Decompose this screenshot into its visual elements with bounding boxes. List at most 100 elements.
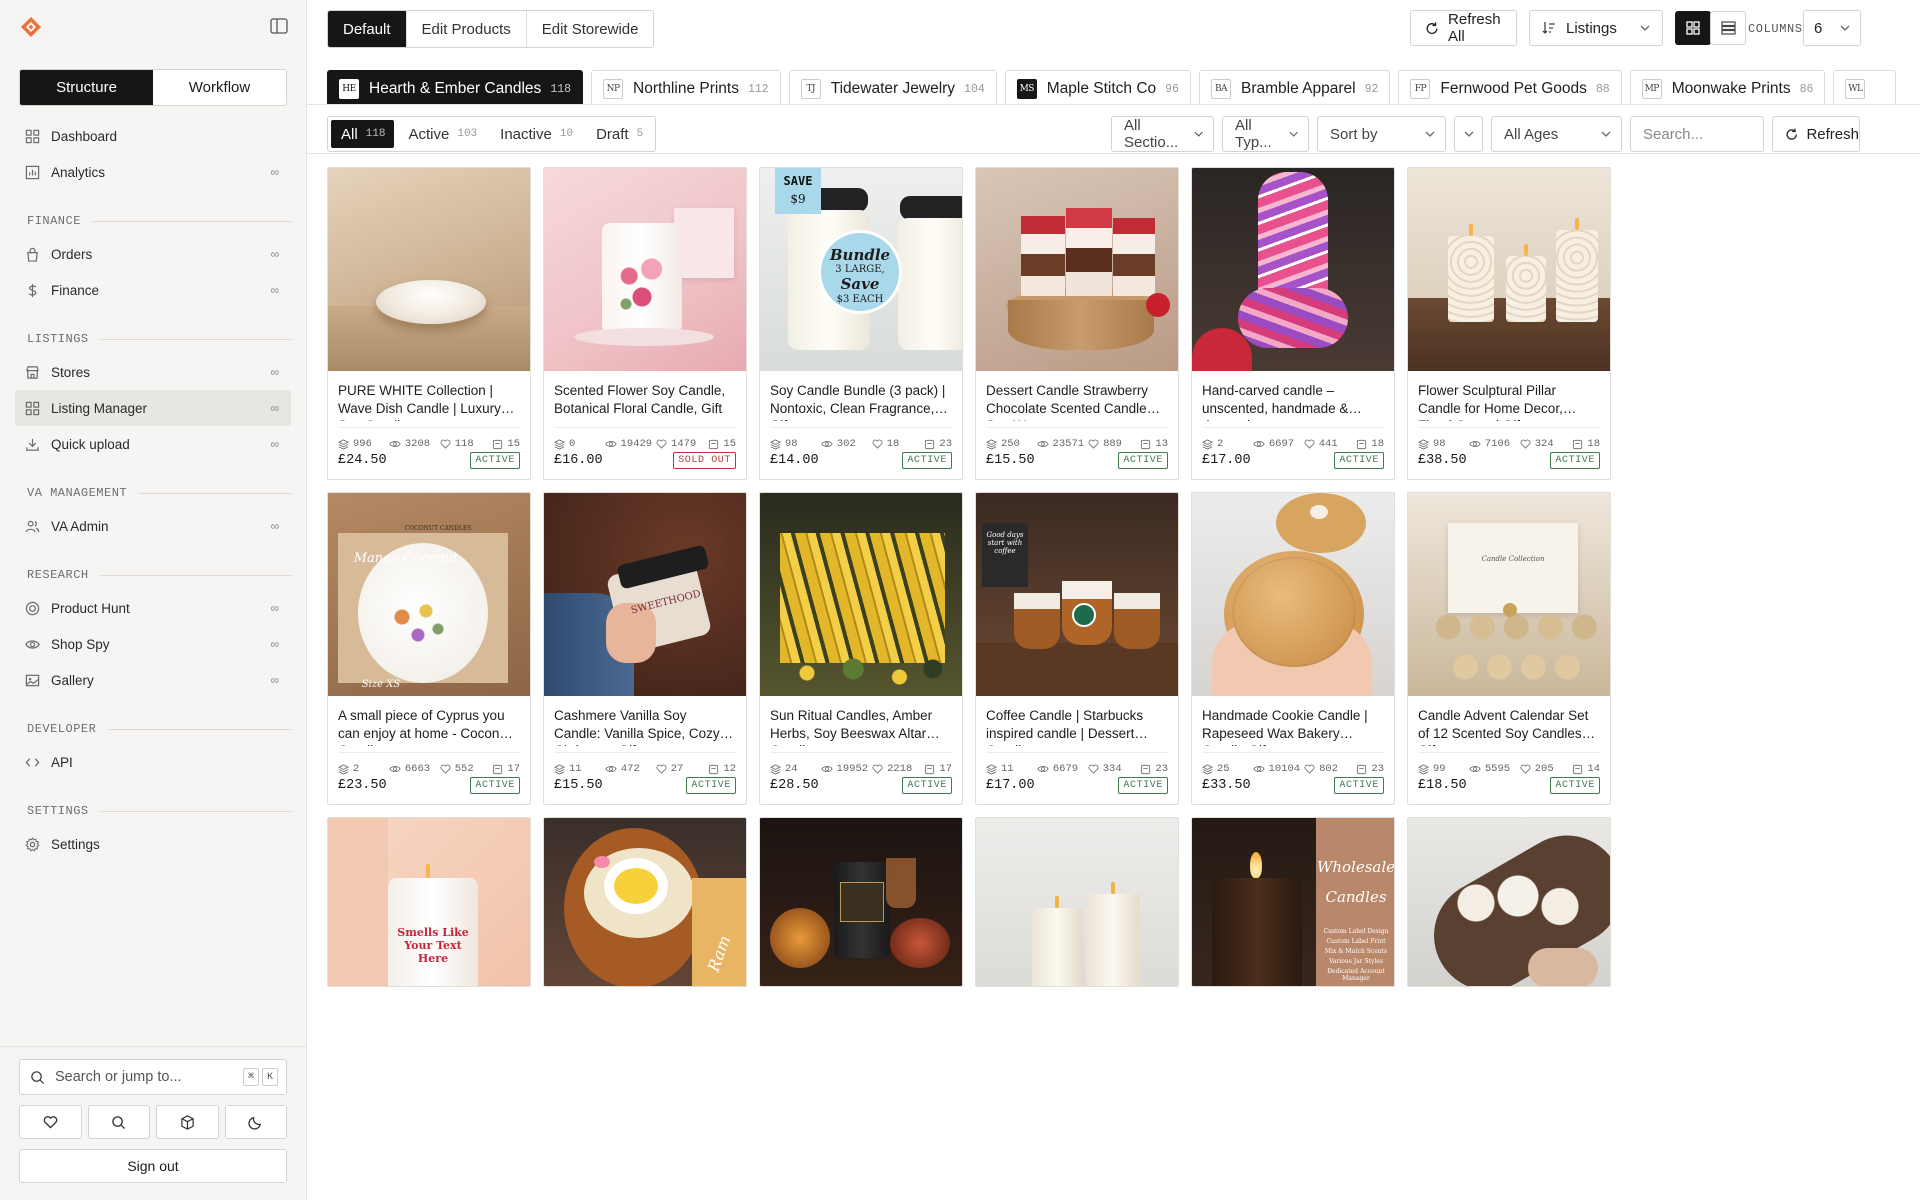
product-image[interactable]: SWEETHOOD	[544, 493, 746, 696]
mode-edit-products[interactable]: Edit Products	[405, 11, 526, 47]
product-image[interactable]	[544, 168, 746, 371]
sidebar-item-label: Gallery	[51, 672, 94, 688]
tab-workflow[interactable]: Workflow	[153, 70, 286, 105]
sidebar-item-gallery[interactable]: Gallery ∞	[15, 662, 291, 698]
grid-view-button[interactable]	[1675, 11, 1711, 45]
product-card[interactable]: Candle Collection Candle Advent Calendar …	[1407, 492, 1611, 805]
sort-select[interactable]: Sort by	[1317, 116, 1446, 152]
status-tab-inactive[interactable]: Inactive 10	[490, 120, 582, 148]
store-tab[interactable]: WL	[1833, 70, 1897, 104]
ages-filter[interactable]: All Ages	[1491, 116, 1622, 152]
product-card[interactable]: Dessert Candle Strawberry Chocolate Scen…	[975, 167, 1179, 480]
product-footer: £23.50 ACTIVE	[338, 777, 520, 794]
product-card[interactable]: Scented Flower Soy Candle, Botanical Flo…	[543, 167, 747, 480]
status-tab-active[interactable]: Active 103	[398, 120, 486, 148]
store-tab[interactable]: NP Northline Prints 112	[591, 70, 781, 104]
listing-search-input[interactable]: Search...	[1630, 116, 1764, 152]
types-filter[interactable]: All Typ...	[1222, 116, 1309, 152]
product-image[interactable]	[1192, 168, 1394, 371]
product-image[interactable]	[1408, 818, 1610, 986]
sidebar-item-api[interactable]: API	[15, 744, 291, 780]
refresh-button[interactable]: Refresh	[1772, 116, 1860, 152]
product-stats: 98 7106 324 18	[1418, 427, 1600, 450]
product-card[interactable]: SAVE $9 Bundle 3 LARGE, Save $3 EACH Soy Candl…	[759, 167, 963, 480]
product-image[interactable]	[760, 493, 962, 696]
product-image[interactable]	[1192, 493, 1394, 696]
sidebar-item-product-hunt[interactable]: Product Hunt ∞	[15, 590, 291, 626]
sidebar-item-shop-spy[interactable]: Shop Spy ∞	[15, 626, 291, 662]
product-image[interactable]: SAVE $9 Bundle 3 LARGE, Save $3 EACH	[760, 168, 962, 371]
store-tab[interactable]: MP Moonwake Prints 86	[1629, 70, 1826, 104]
product-image[interactable]	[760, 818, 962, 986]
favorites-button[interactable]	[19, 1105, 82, 1139]
sidebar-item-orders[interactable]: Orders ∞	[15, 236, 291, 272]
store-tab[interactable]: FP Fernwood Pet Goods 88	[1398, 70, 1622, 104]
stat-tags: 23	[1140, 763, 1168, 775]
product-card[interactable]: PURE WHITE Collection | Wave Dish Candle…	[327, 167, 531, 480]
product-card[interactable]	[1407, 817, 1611, 987]
product-card[interactable]: Flower Sculptural Pillar Candle for Home…	[1407, 167, 1611, 480]
stat-favorites: 1479	[656, 438, 704, 450]
status-badge: SOLD OUT	[673, 452, 736, 469]
product-image[interactable]: Mango Coconut COCONUT CANDLES Size XS	[328, 493, 530, 696]
sign-out-button[interactable]: Sign out	[19, 1149, 287, 1183]
store-tab[interactable]: BA Bramble Apparel 92	[1199, 70, 1391, 104]
promo-each-label: $3 EACH	[836, 294, 884, 305]
product-card[interactable]: SWEETHOOD Cashmere Vanilla Soy Candle: Va…	[543, 492, 747, 805]
sidebar-item-finance[interactable]: Finance ∞	[15, 272, 291, 308]
stat-quantity: 2	[338, 763, 385, 775]
columns-select[interactable]: 6	[1803, 10, 1861, 46]
status-tab-label: Inactive	[500, 125, 552, 143]
listings-dropdown[interactable]: Listings	[1529, 10, 1663, 46]
product-image[interactable]: Ram	[544, 818, 746, 986]
search-button[interactable]	[87, 1105, 150, 1139]
product-card[interactable]: Sun Ritual Candles, Amber Herbs, Soy Bee…	[759, 492, 963, 805]
product-image[interactable]	[976, 818, 1178, 986]
product-image[interactable]	[976, 168, 1178, 371]
stat-favorites: 18	[872, 438, 921, 450]
store-tab[interactable]: HE Hearth & Ember Candles 118	[327, 70, 584, 104]
status-tab-draft[interactable]: Draft 5	[586, 120, 652, 148]
sidebar-item-quick-upload[interactable]: Quick upload ∞	[15, 426, 291, 462]
mode-edit-storewide[interactable]: Edit Storewide	[525, 11, 654, 47]
sort-direction-select[interactable]	[1454, 116, 1483, 152]
status-badge: ACTIVE	[902, 452, 952, 469]
sidebar-item-listing-manager[interactable]: Listing Manager ∞	[15, 390, 291, 426]
product-card[interactable]: Mango Coconut COCONUT CANDLES Size XS A sma…	[327, 492, 531, 805]
stat-quantity: 2	[1202, 438, 1249, 450]
theme-toggle-button[interactable]	[224, 1105, 287, 1139]
product-card[interactable]: Good days start with coffee Coffee Candle…	[975, 492, 1179, 805]
sidebar-item-va-admin[interactable]: VA Admin ∞	[15, 508, 291, 544]
mode-default[interactable]: Default	[328, 11, 406, 47]
product-card[interactable]: Handmade Cookie Candle | Rapeseed Wax Ba…	[1191, 492, 1395, 805]
product-card[interactable]: Wholesale Candles Custom Label Design Custo…	[1191, 817, 1395, 987]
list-view-button[interactable]	[1710, 11, 1746, 45]
product-card[interactable]: Smells Like Your Text Here	[327, 817, 531, 987]
product-title: Handmade Cookie Candle | Rapeseed Wax Ba…	[1202, 708, 1368, 746]
product-image[interactable]: Candle Collection	[1408, 493, 1610, 696]
product-image[interactable]: Good days start with coffee	[976, 493, 1178, 696]
product-image[interactable]	[328, 168, 530, 371]
product-image[interactable]: Smells Like Your Text Here	[328, 818, 530, 986]
status-tab-all[interactable]: All 118	[331, 120, 395, 148]
sidebar-item-dashboard[interactable]: Dashboard	[15, 118, 291, 154]
jump-search-input[interactable]: Search or jump to... ⌘ K	[19, 1059, 287, 1095]
app-logo-icon[interactable]	[20, 16, 42, 38]
product-card[interactable]	[759, 817, 963, 987]
product-image[interactable]	[1408, 168, 1610, 371]
product-card[interactable]	[975, 817, 1179, 987]
store-tab[interactable]: TJ Tidewater Jewelry 104	[788, 70, 997, 104]
product-card[interactable]: Ram	[543, 817, 747, 987]
status-tab-label: Active	[408, 125, 450, 143]
sections-filter[interactable]: All Sectio...	[1111, 116, 1214, 152]
store-tab[interactable]: MS Maple Stitch Co 96	[1004, 70, 1191, 104]
sidebar-toggle-icon[interactable]	[270, 18, 288, 34]
sidebar-item-analytics[interactable]: Analytics ∞	[15, 154, 291, 190]
product-image[interactable]: Wholesale Candles Custom Label Design Custo…	[1192, 818, 1394, 986]
sidebar-item-settings[interactable]: Settings	[15, 826, 291, 862]
product-card[interactable]: Hand-carved candle – unscented, handmade…	[1191, 167, 1395, 480]
package-button[interactable]	[156, 1105, 219, 1139]
refresh-all-button[interactable]: Refresh All	[1410, 10, 1517, 46]
sidebar-item-stores[interactable]: Stores ∞	[15, 354, 291, 390]
tab-structure[interactable]: Structure	[20, 70, 153, 105]
